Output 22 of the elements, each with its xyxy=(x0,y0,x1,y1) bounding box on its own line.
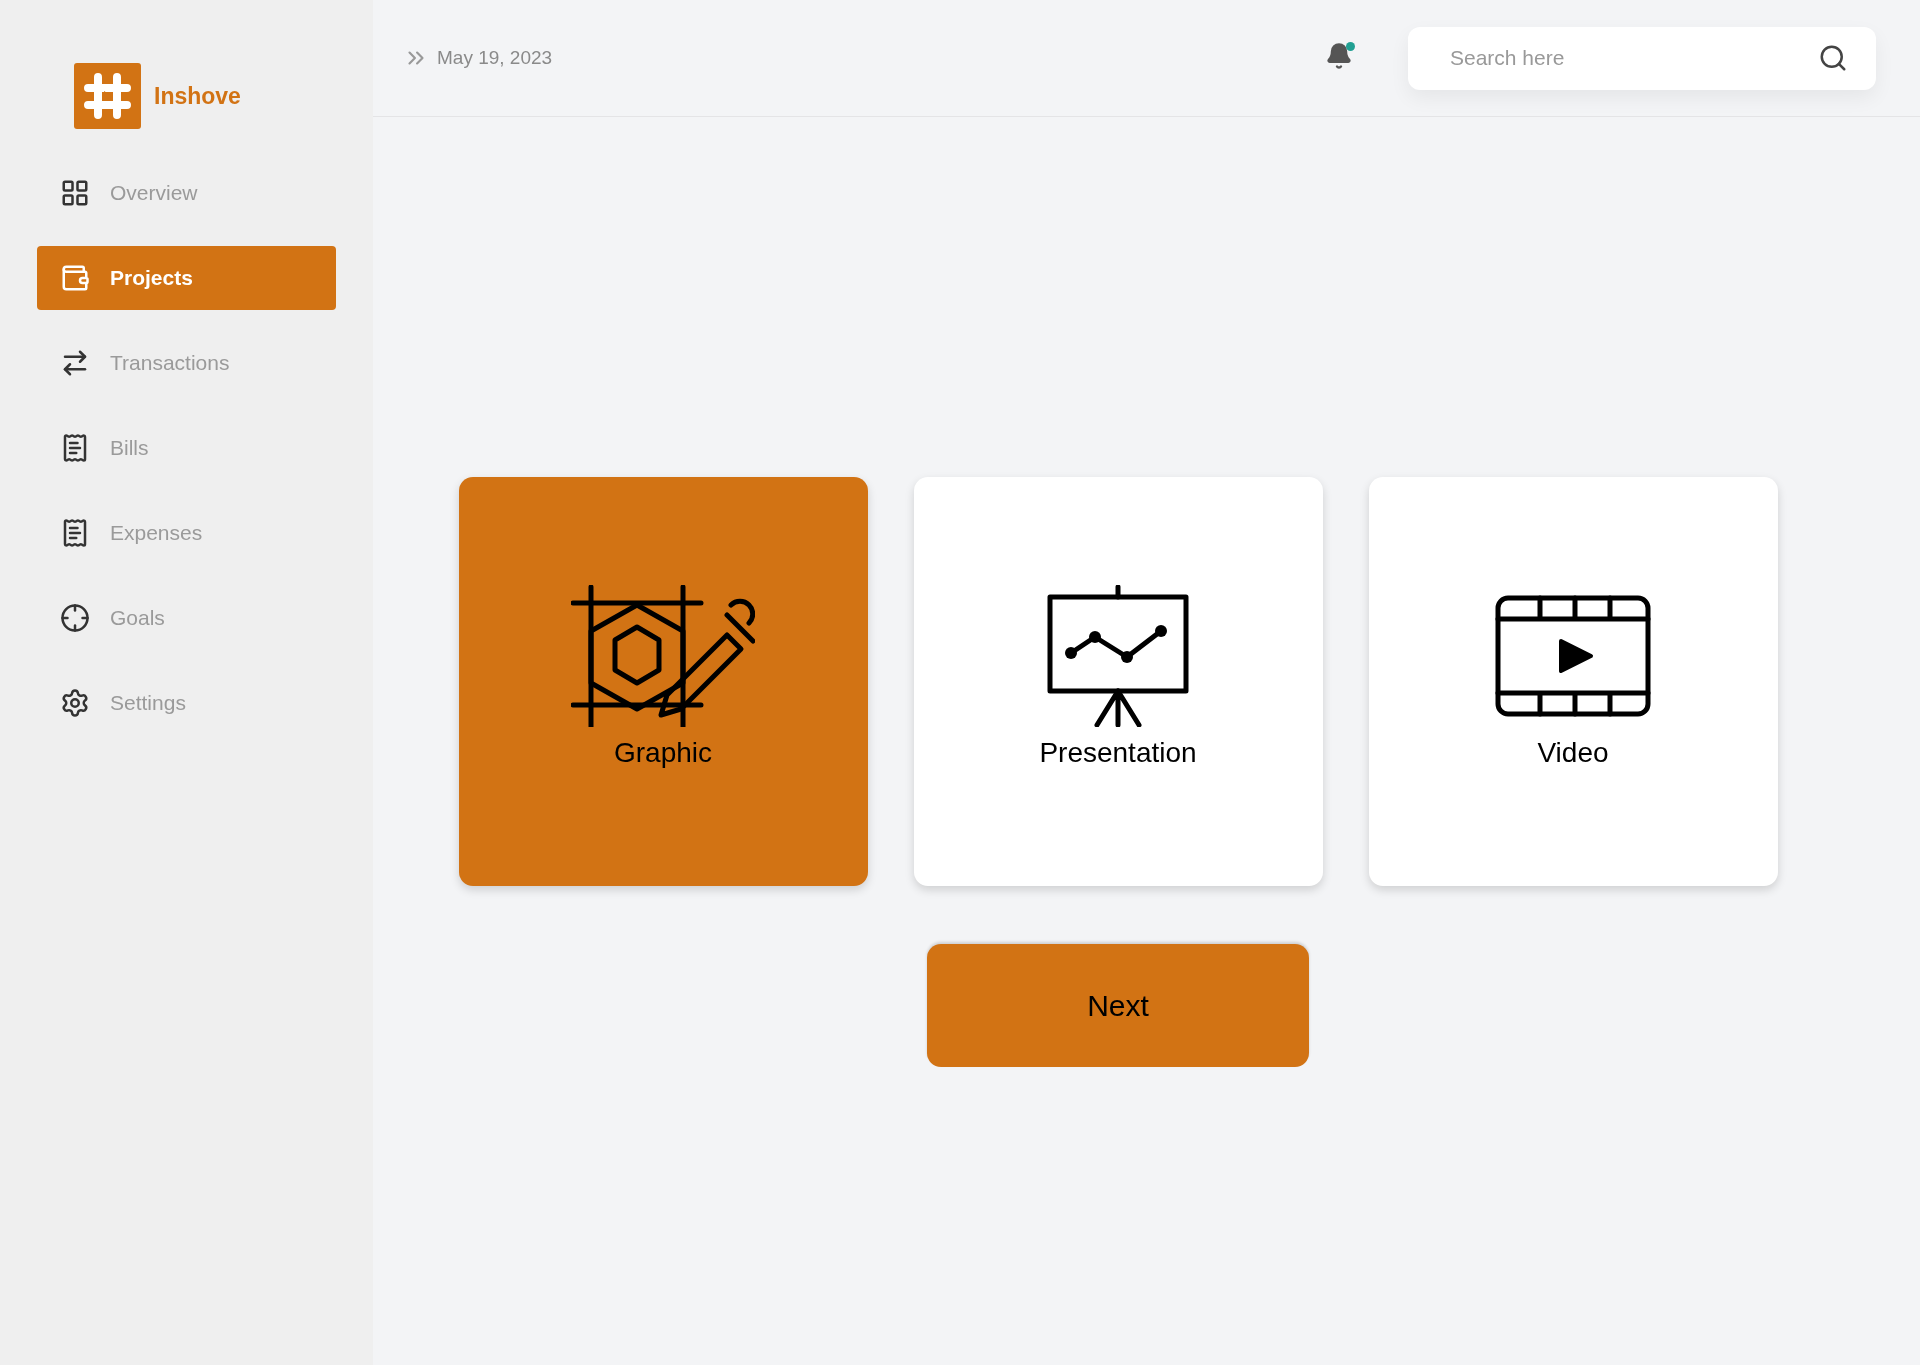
project-type-card[interactable]: Graphic xyxy=(458,477,868,886)
sidebar-item[interactable]: Goals xyxy=(37,586,336,650)
date-text: May 19, 2023 xyxy=(437,47,553,69)
settings-icon xyxy=(60,688,90,718)
next-button[interactable]: Next xyxy=(927,944,1309,1067)
projects-icon xyxy=(60,263,90,293)
brand-name: Inshove xyxy=(154,82,241,110)
project-type-card[interactable]: Video xyxy=(1368,477,1778,886)
sidebar-item[interactable]: Bills xyxy=(37,416,336,480)
design-pencil-icon xyxy=(571,585,755,727)
presentation-board-icon xyxy=(1047,585,1189,727)
overview-icon xyxy=(60,178,90,208)
goals-icon xyxy=(60,603,90,633)
sidebar-item[interactable]: Expenses xyxy=(37,501,336,565)
sidebar-item[interactable]: Overview xyxy=(37,161,336,225)
project-type-card[interactable]: Presentation xyxy=(913,477,1323,886)
film-play-icon xyxy=(1495,595,1651,717)
sidebar-item[interactable]: Projects xyxy=(37,246,336,310)
sidebar-item[interactable]: Settings xyxy=(37,671,336,735)
sidebar-item[interactable]: Transactions xyxy=(37,331,336,395)
logo-icon xyxy=(74,63,141,129)
search-field[interactable]: Search here xyxy=(1408,26,1876,90)
